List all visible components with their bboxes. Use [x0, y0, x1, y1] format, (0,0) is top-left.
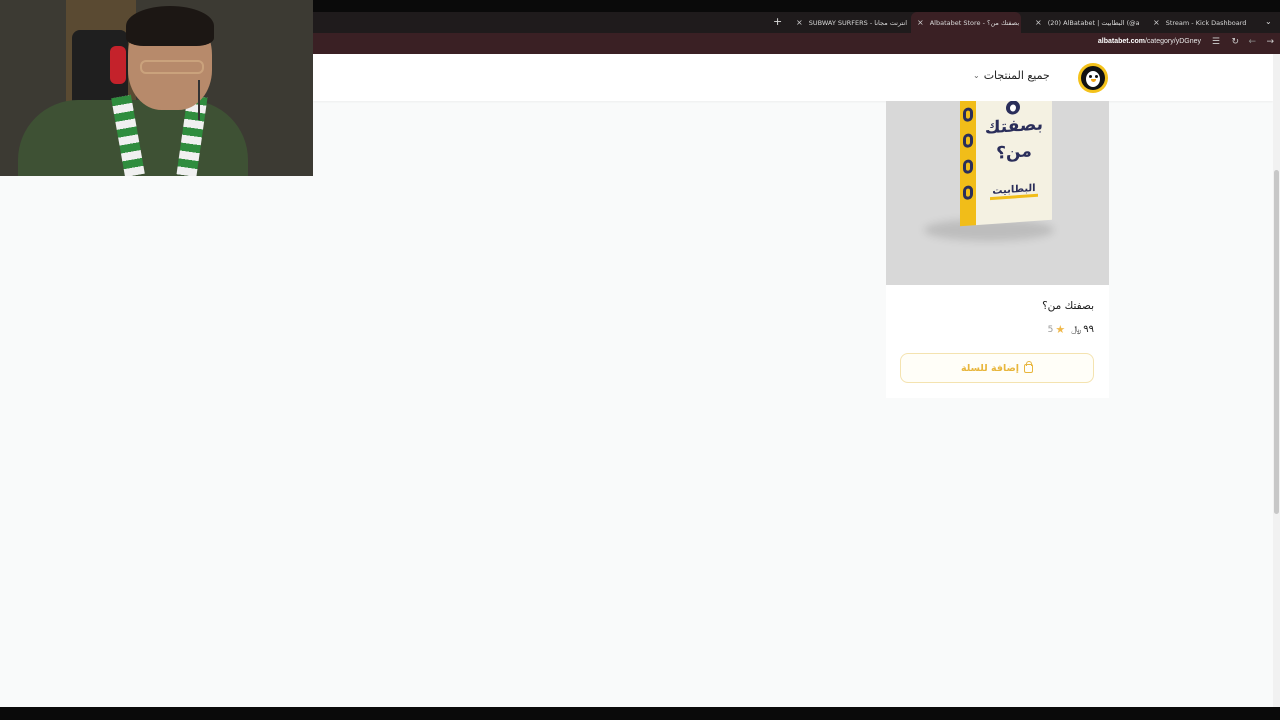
- all-products-menu[interactable]: جميع المنتجات ⌄: [973, 69, 1050, 82]
- add-to-cart-label: إضافة للسلة: [960, 362, 1020, 374]
- url-field[interactable]: albatabet.com/category/yDGney: [1098, 38, 1201, 45]
- penguin-eye: [1089, 75, 1092, 78]
- box-stripe: [963, 133, 973, 149]
- close-icon[interactable]: ×: [917, 18, 924, 27]
- price-rating-row: ٩٩ ﷼ ★ 5: [1048, 323, 1094, 336]
- product-card[interactable]: بصفتك من؟ البطابيت بصفتك من؟ ٩٩ ﷼ ★ 5 إض…: [886, 101, 1109, 398]
- shopping-bag-icon: [1024, 360, 1034, 373]
- bottom-border: [0, 707, 1280, 720]
- box-stripe: [963, 159, 973, 175]
- tab-title: بصفتك من؟ - Albatabet Store: [929, 18, 1020, 27]
- close-icon[interactable]: ×: [1153, 18, 1160, 27]
- product-rating: ★ 5: [1048, 323, 1066, 336]
- box-title-line1: بصفتك: [984, 114, 1044, 139]
- currency-symbol: ﷼: [1071, 324, 1082, 335]
- product-name[interactable]: بصفتك من؟: [1042, 300, 1094, 312]
- box-title-line2: من؟: [996, 141, 1032, 164]
- star-icon: ★: [1055, 323, 1066, 336]
- page-scrollbar[interactable]: [1273, 54, 1280, 707]
- close-icon[interactable]: ×: [1035, 18, 1042, 27]
- box-stripe: [963, 107, 973, 123]
- tab-kick-dashboard[interactable]: × Stream - Kick Dashboard: [1147, 12, 1259, 33]
- url-domain: albatabet.com: [1097, 38, 1145, 45]
- forward-arrow-icon[interactable]: ←: [1248, 37, 1256, 47]
- tab-title: Stream - Kick Dashboard: [1165, 18, 1247, 27]
- chevron-down-icon: ⌄: [973, 71, 980, 80]
- penguin-eye: [1095, 75, 1098, 78]
- site-logo[interactable]: [1078, 63, 1108, 93]
- reload-icon[interactable]: ↻: [1231, 37, 1239, 47]
- back-arrow-icon[interactable]: →: [1266, 37, 1274, 47]
- product-price: ٩٩ ﷼: [1071, 324, 1094, 335]
- add-to-cart-button[interactable]: إضافة للسلة: [900, 353, 1094, 383]
- webcam-microphone: [198, 80, 200, 120]
- tab-menu-chevron-icon[interactable]: ⌄: [1265, 17, 1272, 26]
- url-path: /category/yDGney: [1144, 38, 1201, 45]
- address-bar: albatabet.com/category/yDGney ☰ ↻ ← →: [313, 33, 1280, 54]
- screen: + × انترنت مجانا - SUBWAY SURFERS × بصفت…: [0, 0, 1280, 720]
- product-box-illustration: بصفتك من؟ البطابيت: [960, 101, 1052, 228]
- box-brand: البطابيت: [990, 182, 1038, 201]
- webcam-headset: [110, 46, 126, 84]
- webcam-overlay: [0, 0, 313, 176]
- box-side: [960, 101, 976, 227]
- product-image[interactable]: بصفتك من؟ البطابيت: [886, 101, 1109, 285]
- close-icon[interactable]: ×: [796, 18, 803, 27]
- tab-albatabet-store[interactable]: × بصفتك من؟ - Albatabet Store: [911, 12, 1021, 33]
- scrollbar-thumb[interactable]: [1274, 170, 1279, 514]
- tab-title: انترنت مجانا - SUBWAY SURFERS: [808, 18, 908, 27]
- rating-value: 5: [1047, 324, 1054, 335]
- box-stripe: [963, 185, 973, 201]
- site-header: جميع المنتجات ⌄: [313, 54, 1273, 101]
- all-products-label: جميع المنتجات: [983, 69, 1050, 82]
- browser-tab-bar: + × انترنت مجانا - SUBWAY SURFERS × بصفت…: [313, 12, 1280, 33]
- box-penguin-icon: [1006, 101, 1020, 115]
- tab-subway-surfers[interactable]: × انترنت مجانا - SUBWAY SURFERS: [790, 12, 912, 33]
- webcam-glasses: [140, 60, 204, 74]
- new-tab-icon[interactable]: +: [773, 15, 782, 28]
- tune-icon[interactable]: ☰: [1212, 37, 1220, 47]
- box-front: بصفتك من؟ البطابيت: [976, 101, 1052, 226]
- webcam-person-hair: [126, 6, 214, 46]
- tab-twitter[interactable]: × (20) AlBatabet | البطابيت (@albat 𝕏: [1029, 12, 1139, 33]
- price-value: ٩٩: [1083, 324, 1094, 335]
- tab-title: (20) AlBatabet | البطابيت (@albat: [1047, 18, 1139, 27]
